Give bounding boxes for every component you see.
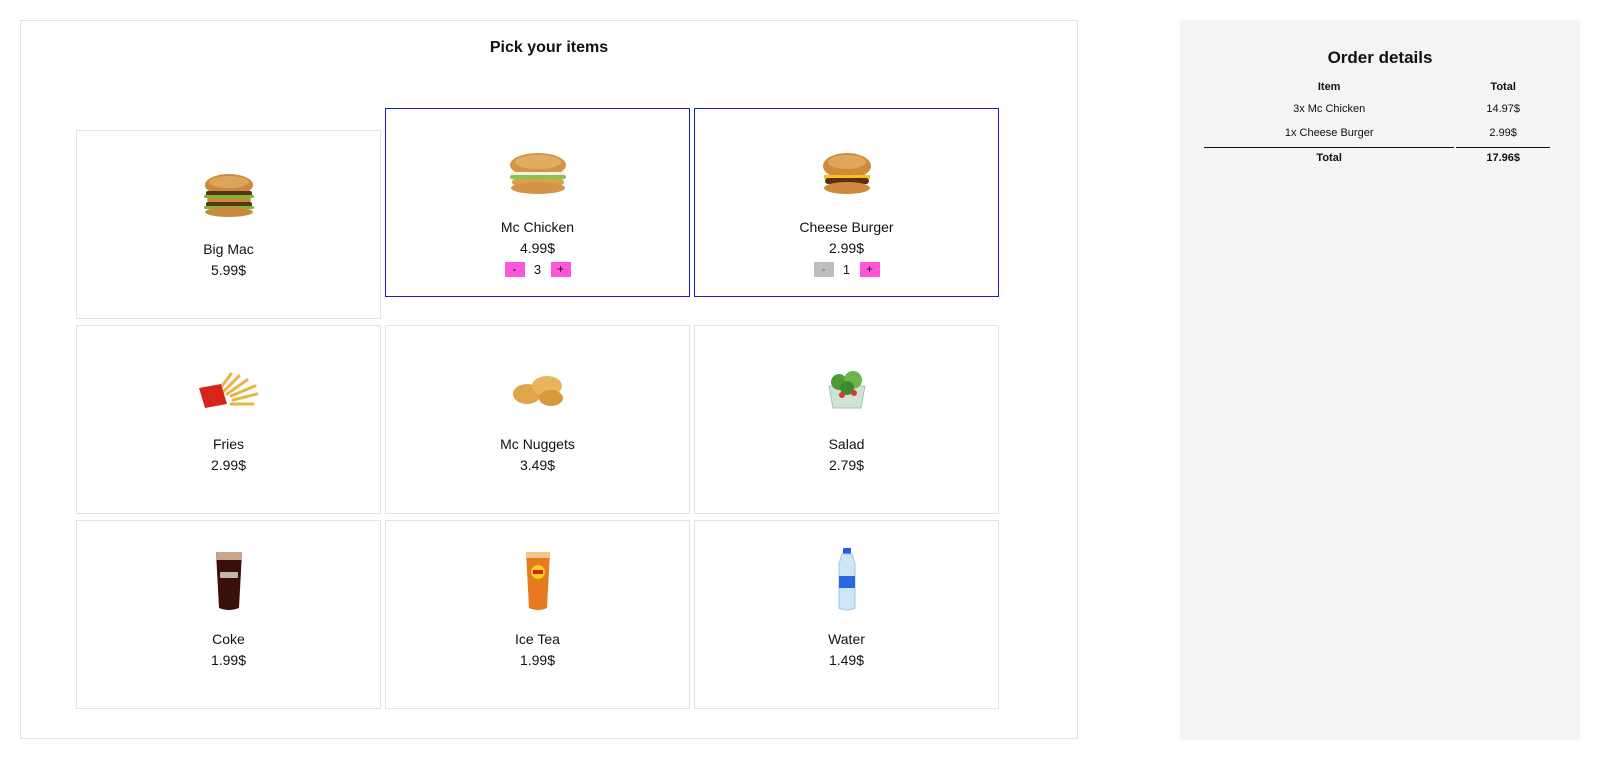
item-name: Salad xyxy=(828,436,865,452)
order-row-total: 2.99$ xyxy=(1489,127,1517,139)
item-price: 5.99$ xyxy=(210,262,247,278)
item-name: Mc Chicken xyxy=(500,219,575,235)
item-card-coke[interactable]: Coke 1.99$ xyxy=(76,520,381,709)
column-header-item: Item xyxy=(1317,81,1341,93)
item-card-salad[interactable]: Salad 2.79$ xyxy=(694,325,999,514)
decrease-quantity-button[interactable]: - xyxy=(504,262,525,277)
item-card-water[interactable]: Water 1.49$ xyxy=(694,520,999,709)
order-details-panel: Order details Item Total 3x Mc Chicken 1… xyxy=(1180,20,1580,740)
order-row-item: 3x Mc Chicken xyxy=(1293,103,1366,115)
quantity-value: 1 xyxy=(842,262,851,277)
chicken-sandwich-icon xyxy=(386,145,689,201)
item-price: 2.99$ xyxy=(828,240,865,256)
item-price: 2.99$ xyxy=(210,457,247,473)
picker-title: Pick your items xyxy=(489,39,609,56)
item-card-big-mac[interactable]: Big Mac 5.99$ xyxy=(76,130,381,319)
order-total-row: Total 17.96$ xyxy=(1204,147,1550,172)
item-card-mc-chicken[interactable]: Mc Chicken 4.99$ - 3 + xyxy=(385,108,690,297)
item-name: Big Mac xyxy=(203,241,254,257)
app-root: Pick your items Big Mac 5.99$ Mc Chicken… xyxy=(0,0,1600,760)
order-row-item: 1x Cheese Burger xyxy=(1284,127,1374,139)
quantity-stepper: - 1 + xyxy=(695,262,998,277)
burger-icon xyxy=(77,167,380,223)
nuggets-icon xyxy=(386,362,689,418)
order-total-value: 17.96$ xyxy=(1456,147,1550,172)
item-picker-panel: Pick your items Big Mac 5.99$ Mc Chicken… xyxy=(20,20,1078,739)
increase-quantity-button[interactable]: + xyxy=(859,262,880,277)
cheeseburger-icon xyxy=(695,145,998,201)
item-name: Cheese Burger xyxy=(799,219,894,235)
order-table: Item Total 3x Mc Chicken 14.97$ 1x Chees… xyxy=(1202,77,1552,172)
item-name: Coke xyxy=(212,631,245,647)
item-card-fries[interactable]: Fries 2.99$ xyxy=(76,325,381,514)
item-card-mc-nuggets[interactable]: Mc Nuggets 3.49$ xyxy=(385,325,690,514)
quantity-stepper: - 3 + xyxy=(386,262,689,277)
order-total-label: Total xyxy=(1204,147,1455,172)
item-name: Ice Tea xyxy=(515,631,560,647)
item-price: 3.49$ xyxy=(519,457,556,473)
item-name: Fries xyxy=(212,436,245,452)
cola-glass-icon xyxy=(77,549,380,613)
item-name: Water xyxy=(828,631,865,647)
item-card-cheese-burger[interactable]: Cheese Burger 2.99$ - 1 + xyxy=(694,108,999,297)
item-price: 1.99$ xyxy=(519,652,556,668)
order-row-total: 14.97$ xyxy=(1486,103,1520,115)
table-row: 1x Cheese Burger 2.99$ xyxy=(1204,123,1550,147)
order-title: Order details xyxy=(1327,48,1433,67)
fries-icon xyxy=(77,362,380,418)
item-price: 1.49$ xyxy=(828,652,865,668)
table-row: 3x Mc Chicken 14.97$ xyxy=(1204,99,1550,123)
decrease-quantity-button[interactable]: - xyxy=(813,262,834,277)
water-bottle-icon xyxy=(695,547,998,613)
quantity-value: 3 xyxy=(533,262,542,277)
increase-quantity-button[interactable]: + xyxy=(550,262,571,277)
item-price: 4.99$ xyxy=(519,240,556,256)
item-price: 1.99$ xyxy=(210,652,247,668)
column-header-total: Total xyxy=(1490,81,1516,93)
salad-icon xyxy=(695,362,998,418)
item-price: 2.79$ xyxy=(828,457,865,473)
order-table-header: Item Total xyxy=(1204,77,1550,99)
ice-tea-glass-icon xyxy=(386,549,689,613)
item-card-ice-tea[interactable]: Ice Tea 1.99$ xyxy=(385,520,690,709)
item-name: Mc Nuggets xyxy=(500,436,575,452)
